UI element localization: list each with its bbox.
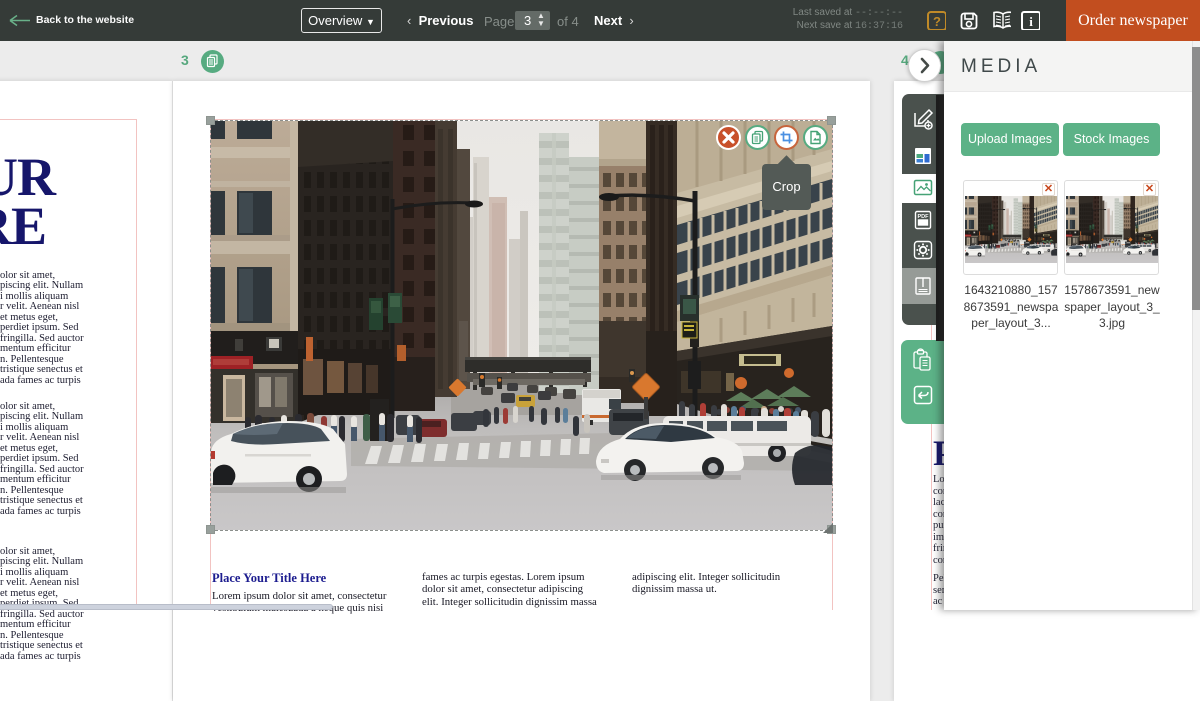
svg-text:?: ?: [933, 14, 941, 29]
svg-text:PDF: PDF: [918, 214, 930, 220]
svg-text:i: i: [1029, 14, 1033, 29]
